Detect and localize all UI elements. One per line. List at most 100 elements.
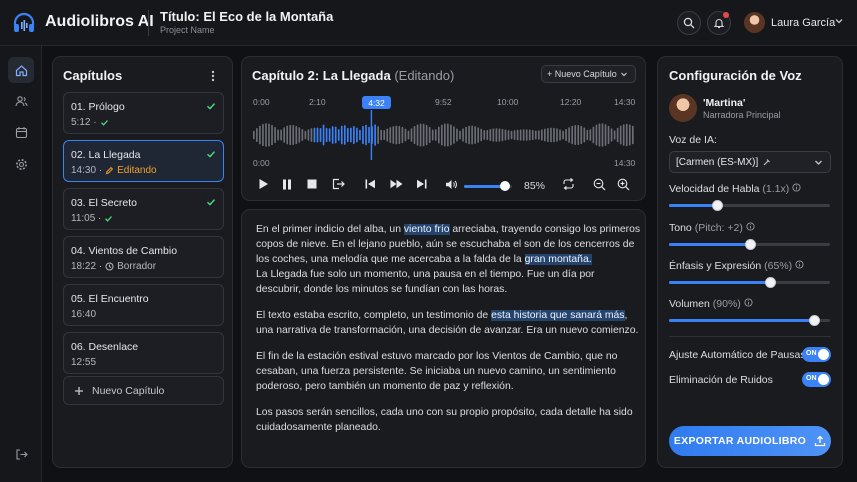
voice-volume-slider[interactable]: [669, 315, 830, 326]
skip-forward-button[interactable]: [414, 177, 428, 191]
waveform-bar: [395, 125, 398, 145]
fast-forward-button[interactable]: [388, 177, 404, 191]
playhead-time[interactable]: 4:32: [362, 96, 391, 109]
chapter-item-04[interactable]: 04. Vientos de Cambio 18:22 · Borrador: [63, 236, 224, 278]
chapter-item-01[interactable]: 01. Prólogo 5:12 ·: [63, 92, 224, 134]
waveform-bar: [604, 124, 607, 146]
volume-fill: [464, 185, 505, 188]
info-icon: [744, 298, 753, 307]
waveform-bar: [319, 127, 322, 143]
waveform-bar: [392, 126, 395, 144]
audio-waveform[interactable]: [253, 110, 635, 160]
waveform-bar: [286, 125, 289, 145]
chapter-item-06[interactable]: 06. Desenlace 12:55: [63, 332, 224, 374]
project-title[interactable]: Título: El Eco de la Montaña: [160, 9, 333, 24]
waveform-bar: [268, 123, 270, 147]
export-clip-button[interactable]: [330, 177, 346, 191]
auto-pause-toggle[interactable]: ON: [802, 347, 831, 362]
waveform-bar: [334, 126, 337, 144]
waveform-bar: [350, 127, 352, 143]
slider-knob[interactable]: [744, 239, 756, 250]
user-name[interactable]: Laura García: [771, 17, 835, 29]
speed-label-text: Velocidad de Habla: [669, 183, 760, 195]
check-icon: [105, 216, 113, 222]
waveform-bar: [495, 128, 498, 142]
waveform-bar: [541, 129, 543, 141]
volume-knob[interactable]: [499, 181, 510, 191]
skip-back-button[interactable]: [363, 177, 377, 191]
speed-slider[interactable]: [669, 200, 830, 211]
waveform-bar: [531, 129, 534, 141]
chapter-duration: 11:05 ·: [71, 213, 102, 224]
info-icon: [795, 260, 804, 269]
tone-label-text: Tono: [669, 222, 692, 234]
chapter-item-02[interactable]: 02. La Llegada 14:30 · Editando: [63, 140, 224, 182]
new-chapter-button[interactable]: Nuevo Capítulo: [63, 376, 224, 405]
nav-logout[interactable]: [8, 441, 34, 467]
waveform-bar: [501, 128, 504, 142]
ai-voice-select[interactable]: [Carmen (ES-MX)]: [669, 151, 831, 173]
new-chapter-dropdown[interactable]: + Nuevo Capítulo: [541, 65, 636, 83]
waveform-bar: [534, 130, 537, 140]
nav-home[interactable]: [8, 57, 34, 83]
chevron-down-icon: [815, 160, 822, 165]
nav-rail: [0, 46, 42, 482]
bell-icon: [713, 19, 725, 29]
slider-knob[interactable]: [808, 315, 820, 326]
zoom-out-button[interactable]: [592, 177, 606, 191]
voice-settings-heading: Configuración de Voz: [669, 68, 802, 83]
slider-knob[interactable]: [765, 277, 777, 288]
toggle-state: ON: [806, 350, 817, 357]
search-icon: [683, 17, 695, 29]
zoom-in-button[interactable]: [616, 177, 630, 191]
volume-slider[interactable]: [464, 181, 512, 191]
noise-removal-toggle[interactable]: ON: [802, 372, 831, 387]
plus-icon: [75, 386, 83, 395]
waveform-bar: [283, 127, 285, 143]
waveform-bar: [340, 125, 343, 145]
header-divider: [148, 10, 149, 36]
nav-calendar[interactable]: [8, 119, 34, 145]
loop-button[interactable]: [560, 177, 576, 191]
stop-button[interactable]: [305, 177, 319, 191]
manuscript-text[interactable]: En el primer indicio del alba, un viento…: [256, 222, 641, 446]
waveform-bar: [253, 130, 255, 140]
highlighted-phrase[interactable]: gran montaña.: [524, 254, 592, 265]
waveform-bar: [453, 126, 455, 144]
emphasis-slider[interactable]: [669, 277, 830, 288]
highlighted-phrase[interactable]: viento frío: [403, 224, 450, 235]
waveform-bar: [428, 126, 431, 144]
waveform-bar: [480, 128, 483, 142]
waveform-bar: [525, 129, 528, 141]
notifications-button[interactable]: [707, 11, 731, 35]
slider-knob[interactable]: [712, 200, 724, 211]
waveform-bar: [365, 124, 367, 146]
play-button[interactable]: [256, 177, 270, 191]
more-vertical-icon[interactable]: [208, 69, 218, 83]
export-audiobook-button[interactable]: EXPORTAR AUDIOLIBRO: [669, 426, 831, 456]
waveform-bar: [346, 127, 349, 143]
volume-value: (90%): [712, 298, 741, 310]
pencil-icon: [105, 166, 114, 175]
tone-slider[interactable]: [669, 239, 830, 250]
user-avatar[interactable]: [744, 12, 765, 33]
waveform-bar: [619, 125, 622, 145]
waveform-bar: [262, 123, 264, 147]
nav-users[interactable]: [8, 88, 34, 114]
pause-button[interactable]: [280, 177, 294, 191]
search-button[interactable]: [677, 11, 701, 35]
waveform-bar: [256, 128, 258, 142]
volume-button[interactable]: [444, 177, 458, 191]
paragraph-3: El fin de la estación estival estuvo mar…: [256, 351, 618, 392]
highlighted-phrase[interactable]: esta historia que sanará más: [491, 310, 625, 321]
notification-dot: [723, 12, 729, 18]
waveform-bar: [274, 126, 276, 144]
nav-settings[interactable]: [8, 151, 34, 177]
volume-label-text: Volumen: [669, 298, 710, 310]
chapter-item-03[interactable]: 03. El Secreto 11:05 ·: [63, 188, 224, 230]
timeline-start: 0:00: [253, 158, 270, 168]
waveform-bar: [440, 124, 443, 146]
chevron-down-icon[interactable]: [834, 16, 844, 26]
waveform-bar: [304, 130, 307, 140]
chapter-item-05[interactable]: 05. El Encuentro 16:40: [63, 284, 224, 326]
